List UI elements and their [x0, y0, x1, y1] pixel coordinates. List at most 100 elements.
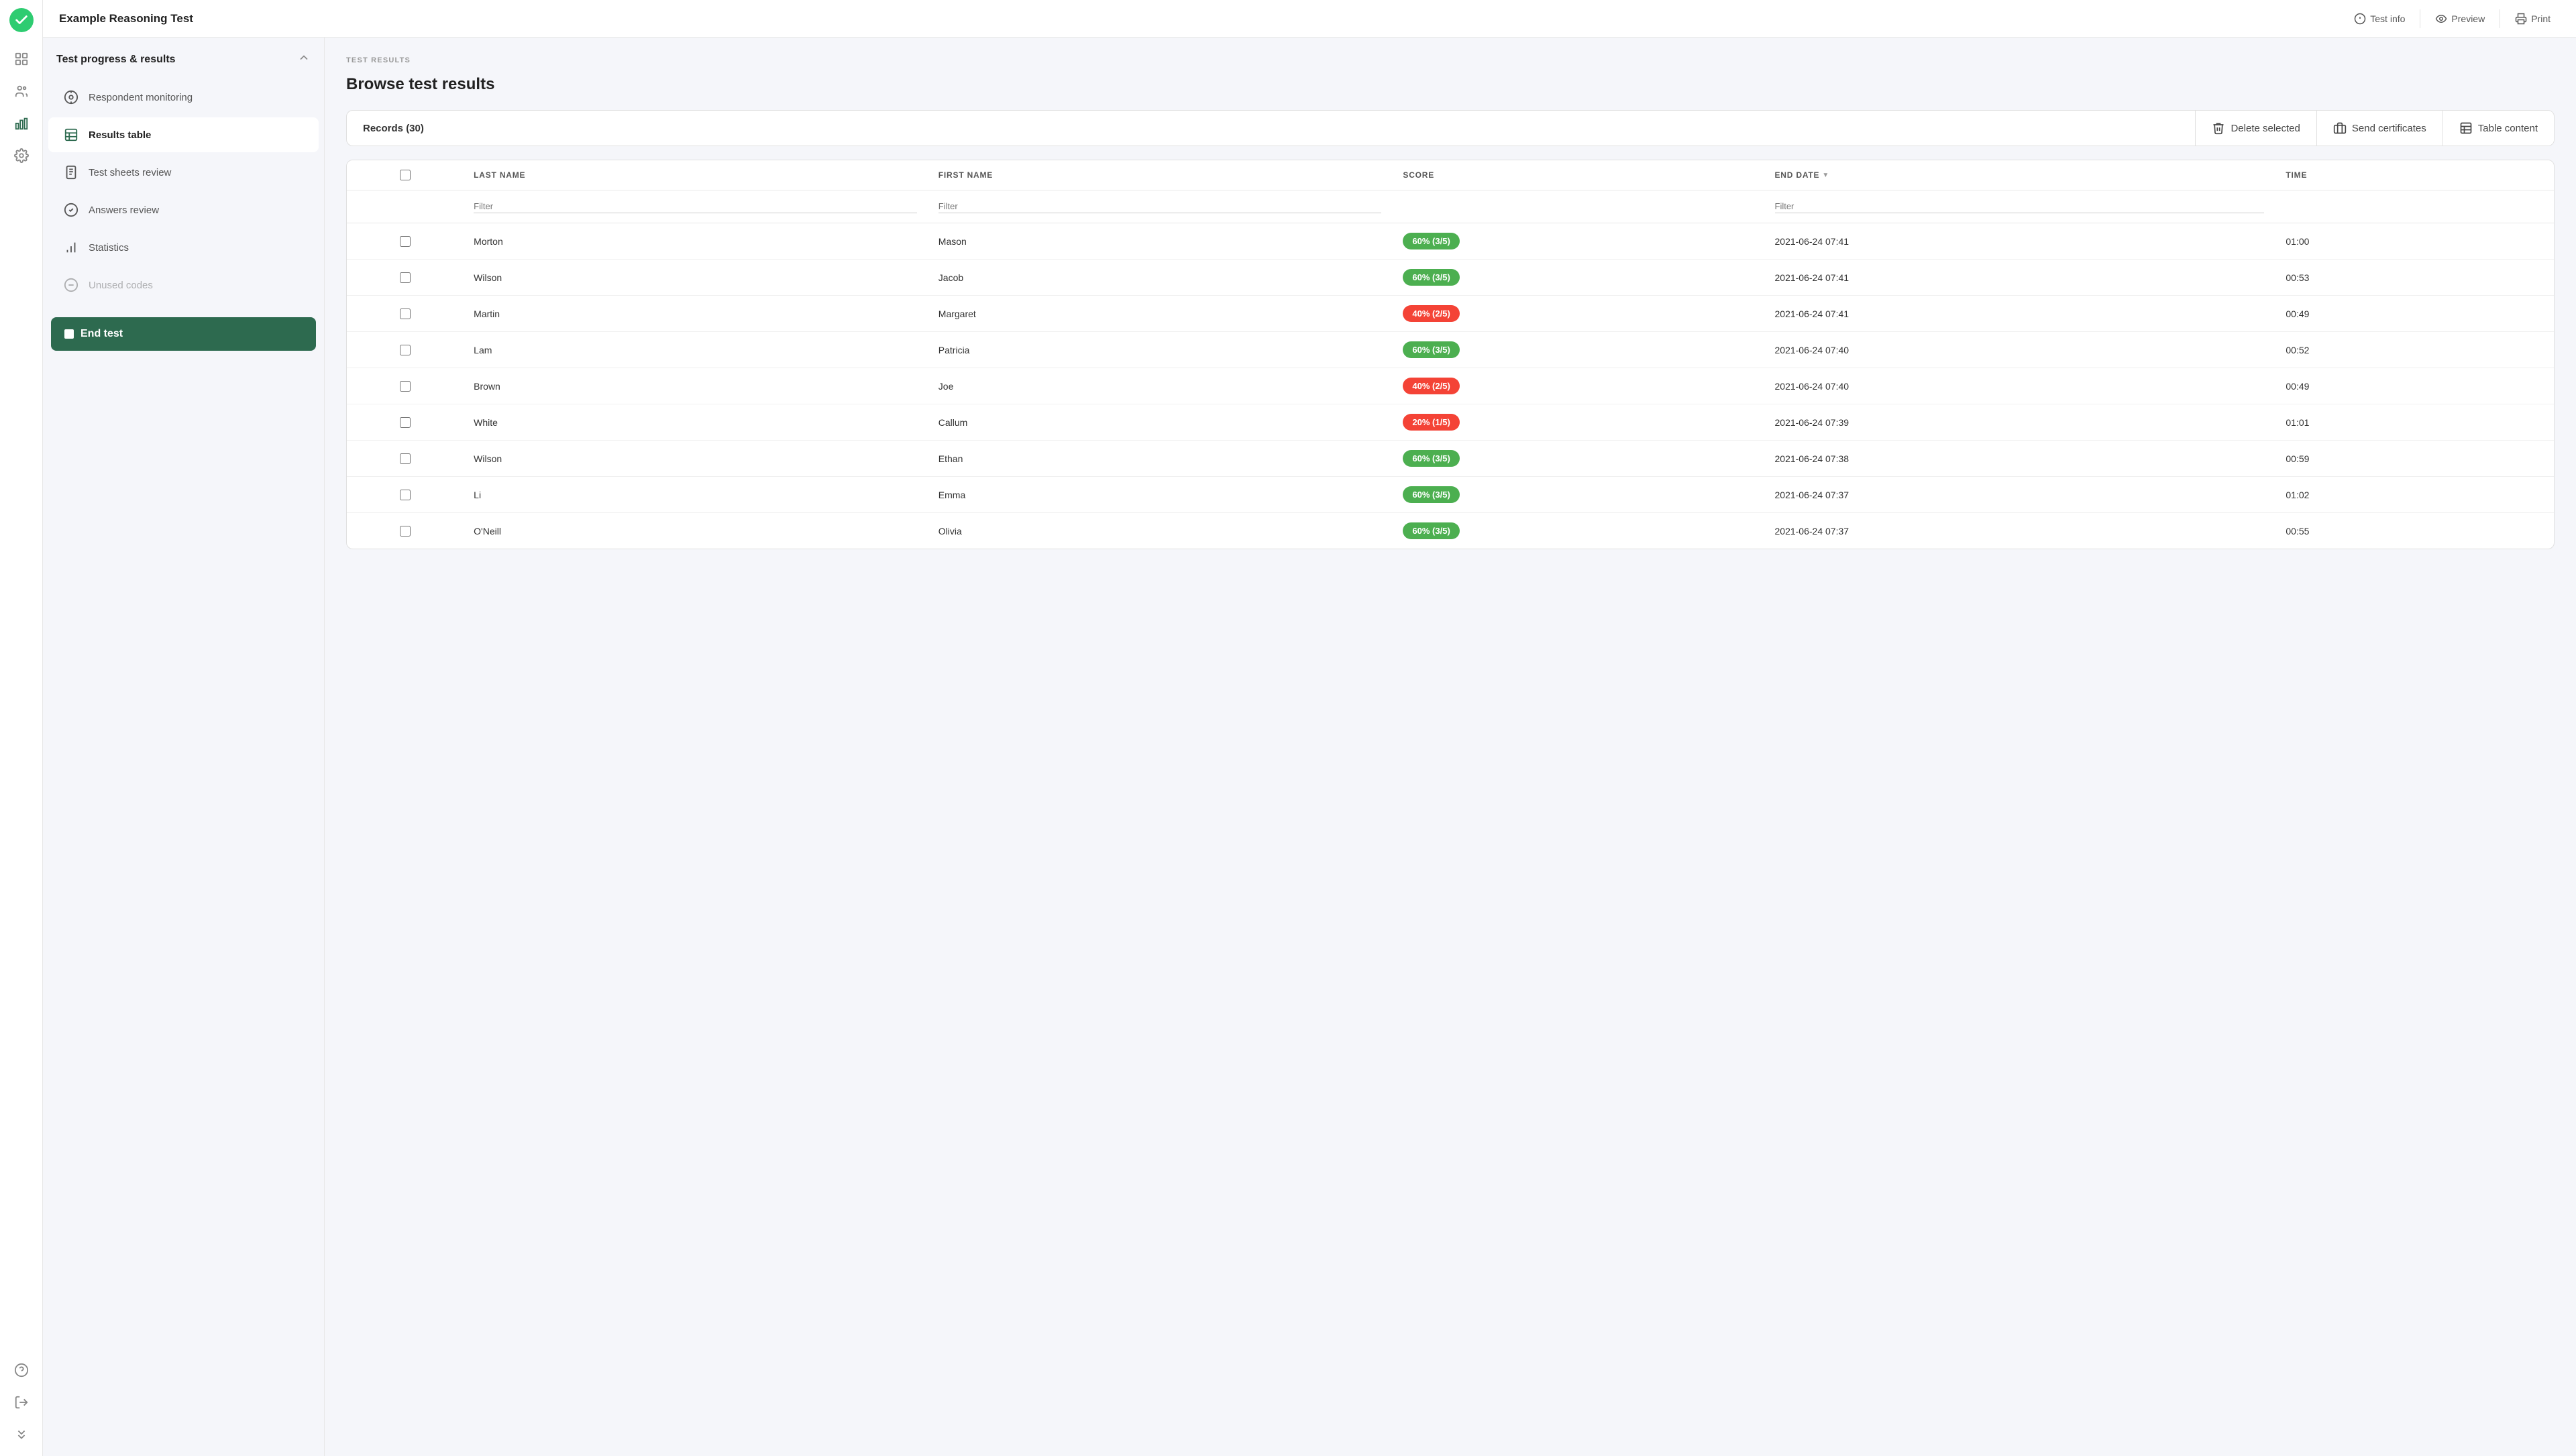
score-badge-7: 60% (3/5) — [1403, 486, 1459, 503]
sidebar-item-statistics[interactable]: Statistics — [48, 230, 319, 265]
table-row: Lam Patricia 60% (3/5) 2021-06-24 07:40 … — [347, 332, 2554, 368]
row-lastname-3: Lam — [463, 332, 928, 368]
filter-col-firstname — [928, 190, 1393, 223]
row-checkbox-6[interactable] — [400, 453, 411, 464]
preview-icon — [2435, 13, 2447, 25]
settings-icon[interactable] — [8, 142, 35, 169]
row-score-2: 40% (2/5) — [1392, 296, 1764, 332]
results-table-icon — [62, 125, 80, 144]
row-score-6: 60% (3/5) — [1392, 441, 1764, 477]
col-header-enddate[interactable]: END DATE ▼ — [1764, 160, 2275, 190]
row-checkbox-8[interactable] — [400, 526, 411, 537]
filter-col-enddate — [1764, 190, 2275, 223]
content-area: Test progress & results Respondent mon — [43, 38, 2576, 1456]
row-enddate-0: 2021-06-24 07:41 — [1764, 223, 2275, 260]
row-checkbox-3[interactable] — [400, 345, 411, 355]
row-score-4: 40% (2/5) — [1392, 368, 1764, 404]
print-icon — [2515, 13, 2527, 25]
row-checkbox-cell — [347, 513, 463, 549]
results-table-wrap: LAST NAME FIRST NAME SCORE END DATE ▼ TI… — [346, 160, 2555, 549]
score-badge-4: 40% (2/5) — [1403, 378, 1459, 394]
table-content-button[interactable]: Table content — [2443, 111, 2554, 146]
table-row: Wilson Jacob 60% (3/5) 2021-06-24 07:41 … — [347, 260, 2554, 296]
table-row: White Callum 20% (1/5) 2021-06-24 07:39 … — [347, 404, 2554, 441]
row-time-8: 00:55 — [2275, 513, 2554, 549]
end-test-button[interactable]: End test — [51, 317, 316, 351]
row-lastname-1: Wilson — [463, 260, 928, 296]
select-all-checkbox[interactable] — [400, 170, 411, 180]
delete-selected-button[interactable]: Delete selected — [2195, 111, 2316, 146]
row-lastname-6: Wilson — [463, 441, 928, 477]
row-checkbox-cell — [347, 260, 463, 296]
score-badge-1: 60% (3/5) — [1403, 269, 1459, 286]
filter-firstname-input[interactable] — [938, 200, 1382, 213]
row-checkbox-7[interactable] — [400, 490, 411, 500]
row-checkbox-2[interactable] — [400, 309, 411, 319]
row-firstname-1: Jacob — [928, 260, 1393, 296]
col-header-firstname: FIRST NAME — [928, 160, 1393, 190]
row-checkbox-0[interactable] — [400, 236, 411, 247]
info-icon — [2354, 13, 2366, 25]
icon-bar — [0, 0, 43, 1456]
row-time-1: 00:53 — [2275, 260, 2554, 296]
sidebar-item-respondent-monitoring[interactable]: Respondent monitoring — [48, 80, 319, 115]
test-info-button[interactable]: Test info — [2345, 9, 2414, 29]
row-checkbox-1[interactable] — [400, 272, 411, 283]
results-toolbar: Records (30) Delete selected Send certif… — [346, 110, 2555, 146]
page-title: Example Reasoning Test — [59, 12, 193, 25]
row-time-4: 00:49 — [2275, 368, 2554, 404]
browse-results-title: Browse test results — [346, 75, 2555, 94]
help-icon[interactable] — [8, 1357, 35, 1384]
row-firstname-8: Olivia — [928, 513, 1393, 549]
preview-button[interactable]: Preview — [2426, 9, 2494, 29]
row-checkbox-5[interactable] — [400, 417, 411, 428]
row-score-0: 60% (3/5) — [1392, 223, 1764, 260]
grid-icon[interactable] — [8, 46, 35, 72]
end-test-square-icon — [64, 329, 74, 339]
row-enddate-8: 2021-06-24 07:37 — [1764, 513, 2275, 549]
row-checkbox-4[interactable] — [400, 381, 411, 392]
row-score-1: 60% (3/5) — [1392, 260, 1764, 296]
filter-col-time — [2275, 190, 2554, 223]
sidebar-item-results-table[interactable]: Results table — [48, 117, 319, 152]
row-firstname-4: Joe — [928, 368, 1393, 404]
filter-lastname-input[interactable] — [474, 200, 917, 213]
table-row: Wilson Ethan 60% (3/5) 2021-06-24 07:38 … — [347, 441, 2554, 477]
main-wrap: Example Reasoning Test Test info Preview — [43, 0, 2576, 1456]
sidebar-item-unused-codes[interactable]: Unused codes — [48, 268, 319, 302]
header-actions: Test info Preview Print — [2345, 9, 2560, 29]
row-firstname-3: Patricia — [928, 332, 1393, 368]
table-row: Morton Mason 60% (3/5) 2021-06-24 07:41 … — [347, 223, 2554, 260]
test-sheets-icon — [62, 163, 80, 182]
app-logo[interactable] — [9, 8, 34, 32]
col-header-lastname: LAST NAME — [463, 160, 928, 190]
score-badge-5: 20% (1/5) — [1403, 414, 1459, 431]
score-badge-3: 60% (3/5) — [1403, 341, 1459, 358]
sidebar-item-answers-review[interactable]: Answers review — [48, 192, 319, 227]
filter-enddate-input[interactable] — [1775, 200, 2265, 213]
logout-icon[interactable] — [8, 1389, 35, 1416]
sort-desc-icon: ▼ — [1822, 172, 1829, 179]
score-badge-6: 60% (3/5) — [1403, 450, 1459, 467]
score-badge-8: 60% (3/5) — [1403, 522, 1459, 539]
sidebar-label-answers-review: Answers review — [89, 205, 159, 216]
row-firstname-5: Callum — [928, 404, 1393, 441]
chart-icon[interactable] — [8, 110, 35, 137]
send-certificates-button[interactable]: Send certificates — [2316, 111, 2443, 146]
row-checkbox-cell — [347, 441, 463, 477]
print-button[interactable]: Print — [2506, 9, 2560, 29]
row-checkbox-cell — [347, 404, 463, 441]
people-icon[interactable] — [8, 78, 35, 105]
row-enddate-2: 2021-06-24 07:41 — [1764, 296, 2275, 332]
row-time-7: 01:02 — [2275, 477, 2554, 513]
row-enddate-6: 2021-06-24 07:38 — [1764, 441, 2275, 477]
col-header-check — [347, 160, 463, 190]
sidebar-label-unused-codes: Unused codes — [89, 280, 153, 291]
col-header-score: SCORE — [1392, 160, 1764, 190]
sidebar-collapse-chevron[interactable] — [297, 51, 311, 68]
expand-icon[interactable] — [8, 1421, 35, 1448]
row-time-6: 00:59 — [2275, 441, 2554, 477]
col-header-time: TIME — [2275, 160, 2554, 190]
sidebar-item-test-sheets-review[interactable]: Test sheets review — [48, 155, 319, 190]
table-content-icon — [2459, 121, 2473, 135]
